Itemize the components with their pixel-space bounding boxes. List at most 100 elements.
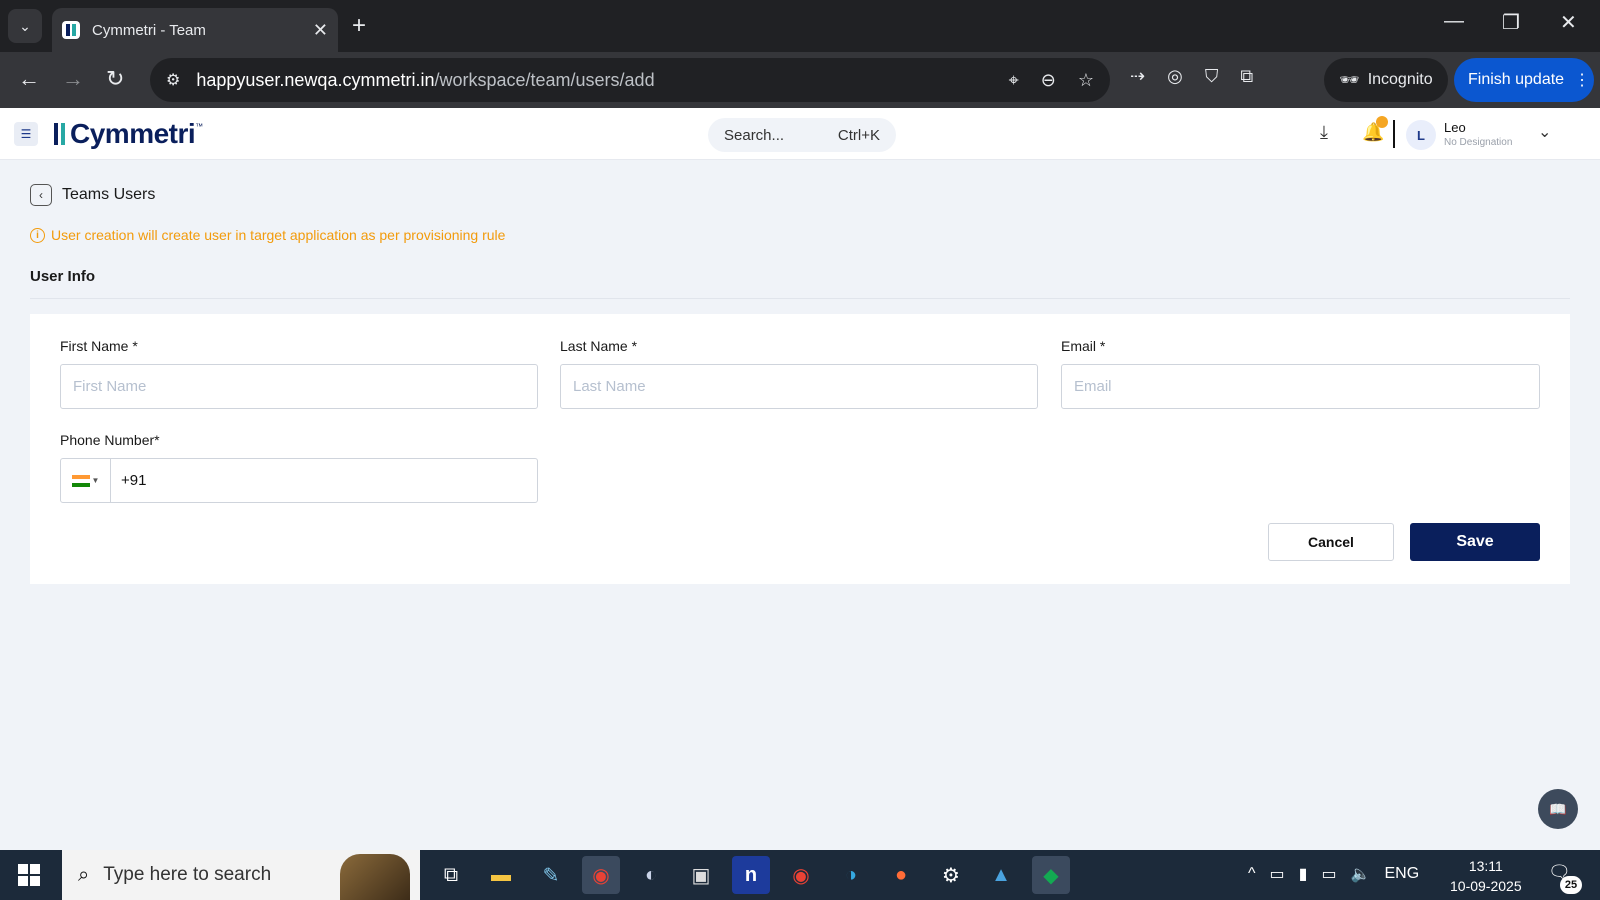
notification-badge (1376, 116, 1388, 128)
taskbar-search-icon: ⌕ (78, 863, 90, 886)
app-header: ☰ Cymmetri ™ Search... Ctrl+K ⤓ 🔔 L Leo … (0, 108, 1600, 160)
cymmetri-favicon-icon (62, 21, 80, 39)
new-tab-icon[interactable]: + (352, 12, 366, 40)
india-flag-icon (71, 474, 90, 487)
extension-color-icon[interactable]: ◎ (1167, 66, 1183, 87)
page-header: ‹ Teams Users (30, 184, 155, 206)
phone-number-field-group: ▼ (60, 458, 538, 503)
settings-gear-icon[interactable]: ⚙ (932, 856, 970, 894)
finish-update-button[interactable]: Finish update ⋮ (1454, 58, 1594, 102)
extensions-puzzle-icon[interactable]: ⧉ (1240, 66, 1253, 87)
windows-taskbar: ⌕ Type here to search ⧉ ▬ ✎ ◉ ◐ ▣ n ◉ ◑ … (0, 850, 1600, 900)
logo-mark-icon (54, 121, 68, 147)
url-text[interactable]: happyuser.newqa.cymmetri.in/workspace/te… (196, 70, 1008, 91)
provisioning-notice: i User creation will create user in targ… (30, 227, 505, 243)
zoom-icon[interactable]: ⊖ (1041, 70, 1056, 91)
close-window-icon[interactable]: ✕ (1560, 10, 1577, 35)
notion-n-icon[interactable]: n (732, 856, 770, 894)
terminal-icon[interactable]: ▣ (682, 856, 720, 894)
back-chevron-icon[interactable]: ‹ (30, 184, 52, 206)
task-view-icon[interactable]: ⧉ (432, 856, 470, 894)
site-settings-icon[interactable]: ⚙ (166, 70, 180, 90)
eclipse-icon[interactable]: ◐ (632, 856, 670, 894)
email-label: Email * (1061, 338, 1106, 354)
reload-icon[interactable]: ↻ (106, 66, 124, 92)
network-status-icon[interactable]: ▭ (1270, 864, 1285, 884)
address-bar[interactable]: ⚙ happyuser.newqa.cymmetri.in/workspace/… (150, 58, 1110, 102)
clock-time: 13:11 (1468, 858, 1503, 874)
taskbar-search[interactable]: ⌕ Type here to search (62, 850, 420, 900)
bookmark-star-icon[interactable]: ☆ (1078, 70, 1094, 91)
browser-tab[interactable]: Cymmetri - Team ✕ (52, 8, 338, 52)
save-button[interactable]: Save (1410, 523, 1540, 561)
header-divider (1393, 120, 1395, 148)
page-title: Teams Users (62, 186, 156, 203)
section-title: User Info (30, 268, 96, 285)
location-icon[interactable]: ⌖ (1009, 70, 1019, 91)
browser-toolbar: ← → ↻ ⚙ happyuser.newqa.cymmetri.in/work… (0, 52, 1600, 108)
taskbar-search-placeholder: Type here to search (103, 864, 272, 885)
tab-search-chevron-icon[interactable]: ⌄ (8, 9, 42, 43)
avatar[interactable]: L (1406, 120, 1436, 150)
user-menu-chevron-down-icon[interactable]: ⌄ (1538, 122, 1551, 142)
show-hidden-icons-icon[interactable]: ^ (1248, 865, 1256, 883)
user-info-form: First Name * Last Name * Email * Phone N… (30, 314, 1570, 584)
info-icon: i (30, 227, 45, 243)
minimize-icon[interactable]: — (1444, 10, 1464, 33)
download-icon[interactable]: ⤓ (1320, 122, 1328, 143)
finish-update-label: Finish update (1468, 71, 1565, 88)
cymmetri-logo[interactable]: Cymmetri ™ (54, 118, 203, 150)
section-divider (30, 298, 1570, 299)
tab-title: Cymmetri - Team (92, 21, 206, 39)
country-dropdown-icon: ▼ (91, 476, 100, 485)
restore-icon[interactable]: ❐ (1502, 10, 1520, 35)
incognito-label: Incognito (1367, 71, 1433, 88)
user-designation: No Designation (1444, 137, 1513, 148)
taskbar-apps: ⧉ ▬ ✎ ◉ ◐ ▣ n ◉ ◑ ● ⚙ ▲ ◆ (432, 856, 1070, 894)
phone-number-input[interactable] (111, 459, 537, 502)
tab-close-icon[interactable]: ✕ (313, 20, 328, 41)
taskbar-clock[interactable]: 13:11 10-09-2025 (1450, 856, 1522, 896)
extension-arrow-icon[interactable]: ⇢ (1130, 66, 1145, 87)
user-name[interactable]: Leo (1444, 120, 1466, 135)
first-name-label: First Name * (60, 338, 138, 354)
search-shortcut: Ctrl+K (837, 126, 880, 144)
notice-text: User creation will create user in target… (51, 227, 506, 243)
cancel-button[interactable]: Cancel (1268, 523, 1394, 561)
back-icon[interactable]: ← (18, 66, 40, 92)
chrome-icon[interactable]: ◉ (782, 856, 820, 894)
email-field[interactable] (1061, 364, 1540, 409)
mongodb-compass-icon[interactable]: ◆ (1032, 856, 1070, 894)
url-host: happyuser.newqa.cymmetri.in (196, 69, 435, 90)
country-code-select[interactable]: ▼ (61, 459, 111, 502)
search-highlight-image (340, 854, 410, 900)
volume-icon[interactable]: 🔈 (1351, 864, 1371, 884)
language-indicator[interactable]: ENG (1385, 865, 1420, 883)
search-placeholder: Search... (724, 126, 785, 144)
more-menu-icon[interactable]: ⋮ (1574, 70, 1590, 90)
edge-icon[interactable]: ◑ (832, 856, 870, 894)
help-book-icon[interactable]: 📖 (1538, 789, 1578, 829)
display-icon[interactable]: ▭ (1321, 864, 1336, 884)
menu-toggle-icon[interactable]: ☰ (14, 122, 38, 146)
chrome-profile-icon[interactable]: ◉ (582, 856, 620, 894)
windows-start-icon[interactable] (18, 864, 40, 886)
phone-number-label: Phone Number* (60, 432, 160, 448)
extension-shield-icon[interactable]: ⛉ (1205, 66, 1219, 87)
incognito-icon: 🕶 (1339, 72, 1360, 89)
global-search[interactable]: Search... Ctrl+K (708, 118, 896, 152)
first-name-field[interactable] (60, 364, 538, 409)
url-path: /workspace/team/users/add (434, 69, 655, 90)
clock-date: 10-09-2025 (1450, 878, 1522, 894)
forward-icon[interactable]: → (62, 66, 84, 92)
last-name-field[interactable] (560, 364, 1038, 409)
photos-icon[interactable]: ▲ (982, 856, 1020, 894)
incognito-indicator[interactable]: 🕶 Incognito (1324, 58, 1448, 102)
logo-trademark: ™ (195, 122, 204, 131)
postman-icon[interactable]: ● (882, 856, 920, 894)
file-explorer-icon[interactable]: ▬ (482, 856, 520, 894)
system-tray: ^ ▭ ▮ ▭ 🔈 ENG (1248, 864, 1419, 884)
battery-icon[interactable]: ▮ (1299, 864, 1308, 884)
notepad-icon[interactable]: ✎ (532, 856, 570, 894)
notification-count-badge: 25 (1560, 876, 1582, 894)
